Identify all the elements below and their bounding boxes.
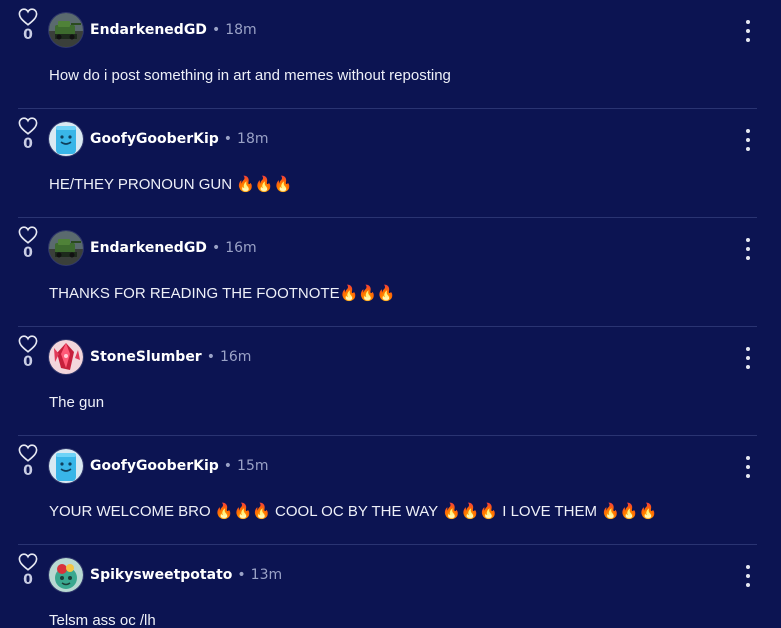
avatar[interactable] xyxy=(49,340,83,374)
avatar[interactable] xyxy=(49,449,83,483)
heart-outline-icon[interactable] xyxy=(18,8,38,26)
heart-outline-icon[interactable] xyxy=(18,117,38,135)
comment-header: GoofyGooberKip • 15m xyxy=(90,457,268,475)
comment-header: EndarkenedGD • 18m xyxy=(90,21,257,39)
comment-text: YOUR WELCOME BRO 🔥🔥🔥 COOL OC BY THE WAY … xyxy=(49,503,658,520)
comment-header: Spikysweetpotato • 13m xyxy=(90,566,282,584)
menu-dot xyxy=(746,565,750,569)
separator-dot: • xyxy=(237,567,246,583)
like-column: 0 xyxy=(14,553,42,588)
separator-dot: • xyxy=(223,458,233,474)
like-column: 0 xyxy=(14,335,42,370)
menu-dot xyxy=(746,138,750,142)
comment: 0 EndarkenedGD • 16m THANKS FOR READING TH… xyxy=(0,218,781,327)
comment-text: How do i post something in art and memes… xyxy=(49,67,451,84)
comment: 0 GoofyGooberKip • 15m YOUR WELCOME BRO 🔥🔥… xyxy=(0,436,781,545)
comment: 0 Spikysweetpotato • 13m Telsm ass oc /lh xyxy=(0,545,781,628)
menu-dot xyxy=(746,256,750,260)
timestamp: 18m xyxy=(225,22,257,38)
like-count: 0 xyxy=(23,463,33,479)
comment-header: EndarkenedGD • 16m xyxy=(90,239,257,257)
heart-outline-icon[interactable] xyxy=(18,226,38,244)
avatar[interactable] xyxy=(49,231,83,265)
separator-dot: • xyxy=(223,131,233,147)
heart-outline-icon[interactable] xyxy=(18,553,38,571)
menu-dot xyxy=(746,583,750,587)
heart-outline-icon[interactable] xyxy=(18,444,38,462)
vertical-dots-icon[interactable] xyxy=(741,129,755,151)
avatar[interactable] xyxy=(49,122,83,156)
comment-header: StoneSlumber • 16m xyxy=(90,348,251,366)
username[interactable]: Spikysweetpotato xyxy=(90,567,232,583)
menu-dot xyxy=(746,29,750,33)
separator-dot: • xyxy=(206,349,215,365)
vertical-dots-icon[interactable] xyxy=(741,238,755,260)
timestamp: 13m xyxy=(250,567,283,583)
vertical-dots-icon[interactable] xyxy=(741,347,755,369)
like-count: 0 xyxy=(23,136,33,152)
heart-outline-icon[interactable] xyxy=(18,335,38,353)
menu-dot xyxy=(746,456,750,460)
menu-dot xyxy=(746,238,750,242)
menu-dot xyxy=(746,347,750,351)
timestamp: 16m xyxy=(225,240,257,256)
timestamp: 18m xyxy=(237,131,269,147)
menu-dot xyxy=(746,129,750,133)
menu-dot xyxy=(746,365,750,369)
comment: 0 EndarkenedGD • 18m How do i post somethi… xyxy=(0,0,781,109)
like-count: 0 xyxy=(23,245,33,261)
comment-text: HE/THEY PRONOUN GUN 🔥🔥🔥 xyxy=(49,176,293,193)
like-column: 0 xyxy=(14,226,42,261)
timestamp: 15m xyxy=(237,458,269,474)
like-count: 0 xyxy=(23,27,33,43)
username[interactable]: GoofyGooberKip xyxy=(90,131,219,147)
like-column: 0 xyxy=(14,444,42,479)
menu-dot xyxy=(746,20,750,24)
like-column: 0 xyxy=(14,8,42,43)
comment-text: Telsm ass oc /lh xyxy=(49,612,156,628)
menu-dot xyxy=(746,147,750,151)
menu-dot xyxy=(746,356,750,360)
comment: 0 GoofyGooberKip • 18m HE/THEY PRONOUN GUN… xyxy=(0,109,781,218)
menu-dot xyxy=(746,574,750,578)
comment-text: THANKS FOR READING THE FOOTNOTE🔥🔥🔥 xyxy=(49,285,396,302)
menu-dot xyxy=(746,247,750,251)
username[interactable]: StoneSlumber xyxy=(90,349,202,365)
comment-text: The gun xyxy=(49,394,105,411)
avatar[interactable] xyxy=(49,13,83,47)
username[interactable]: EndarkenedGD xyxy=(90,240,207,256)
comment: 0 StoneSlumber • 16m The gun xyxy=(0,327,781,436)
username[interactable]: GoofyGooberKip xyxy=(90,458,219,474)
menu-dot xyxy=(746,465,750,469)
comment-feed: 0 EndarkenedGD • 18m How do i post somethi… xyxy=(0,0,781,628)
vertical-dots-icon[interactable] xyxy=(741,565,755,587)
like-count: 0 xyxy=(23,354,33,370)
timestamp: 16m xyxy=(219,349,252,365)
comment-header: GoofyGooberKip • 18m xyxy=(90,130,268,148)
vertical-dots-icon[interactable] xyxy=(741,20,755,42)
like-count: 0 xyxy=(23,572,33,588)
separator-dot: • xyxy=(211,22,221,38)
username[interactable]: EndarkenedGD xyxy=(90,22,207,38)
like-column: 0 xyxy=(14,117,42,152)
menu-dot xyxy=(746,474,750,478)
menu-dot xyxy=(746,38,750,42)
avatar[interactable] xyxy=(49,558,83,592)
vertical-dots-icon[interactable] xyxy=(741,456,755,478)
separator-dot: • xyxy=(211,240,221,256)
